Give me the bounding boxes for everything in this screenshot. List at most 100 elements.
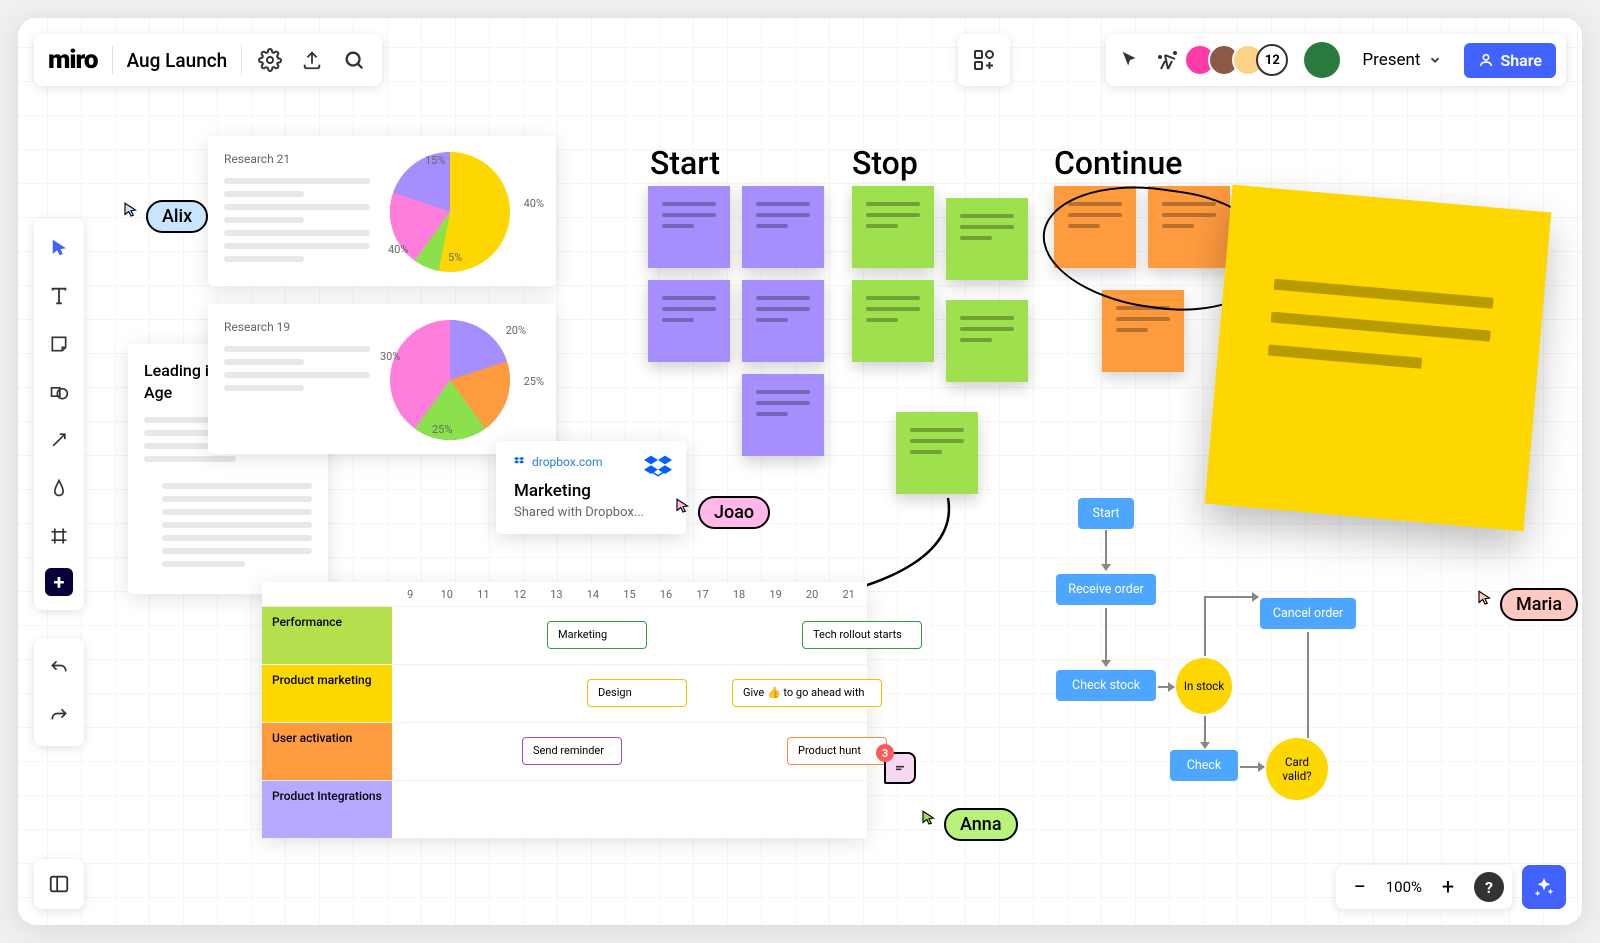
gantt-day: 20 xyxy=(794,588,831,601)
gantt-day: 9 xyxy=(392,588,429,601)
participant-avatars[interactable]: 12 xyxy=(1192,44,1288,76)
fc-in-stock[interactable]: In stock xyxy=(1176,658,1232,714)
miro-canvas[interactable]: miro Aug Launch 12 Pres xyxy=(18,18,1582,925)
board-title[interactable]: Aug Launch xyxy=(127,49,228,72)
pct: 25% xyxy=(524,375,544,388)
ai-button[interactable] xyxy=(1522,865,1566,909)
cursor-follow-icon[interactable] xyxy=(1116,46,1144,74)
retro-heading-stop: Stop xyxy=(852,144,918,182)
avatar-overflow[interactable]: 12 xyxy=(1256,44,1288,76)
fc-cancel[interactable]: Cancel order xyxy=(1260,598,1356,629)
cursor-maria: Maria xyxy=(1476,574,1578,621)
select-tool[interactable] xyxy=(34,224,84,272)
zoom-out-button[interactable]: − xyxy=(1344,871,1376,903)
search-icon[interactable] xyxy=(340,46,368,74)
sticky-note[interactable] xyxy=(742,280,824,362)
gantt-day: 18 xyxy=(721,588,758,601)
comment-bubble[interactable]: 3 xyxy=(884,752,916,784)
shape-tool[interactable] xyxy=(34,368,84,416)
me-avatar[interactable] xyxy=(1304,42,1340,78)
gantt-row[interactable]: Product Integrations xyxy=(262,780,867,838)
gantt-bar[interactable]: Send reminder xyxy=(522,737,622,765)
fc-check[interactable]: Check xyxy=(1170,750,1238,781)
pct: 25% xyxy=(432,423,452,436)
share-button[interactable]: Share xyxy=(1464,43,1556,78)
sticky-note[interactable] xyxy=(852,280,934,362)
sticky-note[interactable] xyxy=(742,186,824,268)
fc-card-valid[interactable]: Card valid? xyxy=(1266,738,1328,800)
pen-tool[interactable] xyxy=(34,464,84,512)
gantt-row[interactable]: Product marketingDesignGive 👍 to go ahea… xyxy=(262,664,867,722)
sticky-note[interactable] xyxy=(896,412,978,494)
sticky-note[interactable] xyxy=(852,186,934,268)
apps-button[interactable] xyxy=(958,34,1010,86)
help-button[interactable]: ? xyxy=(1474,872,1504,902)
chart-title: Research 19 xyxy=(224,320,370,334)
sticky-note[interactable] xyxy=(1054,186,1136,268)
fc-start[interactable]: Start xyxy=(1078,498,1134,529)
toolbar: + xyxy=(34,218,84,610)
present-button[interactable]: Present xyxy=(1350,50,1454,70)
pct: 15% xyxy=(425,154,445,167)
arrow-tool[interactable] xyxy=(34,416,84,464)
sticky-note[interactable] xyxy=(946,300,1028,382)
gantt-day: 21 xyxy=(830,588,867,601)
pie-chart xyxy=(390,320,510,440)
gantt-day: 10 xyxy=(429,588,466,601)
cursor-alix: Alix xyxy=(122,186,208,233)
pct: 40% xyxy=(388,243,408,256)
pct: 20% xyxy=(506,324,526,337)
frame-tool[interactable] xyxy=(34,512,84,560)
gantt-row[interactable]: User activationSend reminderProduct hunt xyxy=(262,722,867,780)
sticky-note[interactable] xyxy=(946,198,1028,280)
fc-receive[interactable]: Receive order xyxy=(1056,574,1156,605)
cursor-joao: Joao xyxy=(674,482,770,529)
share-label: Share xyxy=(1500,51,1542,70)
gantt-day: 13 xyxy=(538,588,575,601)
sticky-tool[interactable] xyxy=(34,320,84,368)
gantt-bar[interactable]: Give 👍 to go ahead with xyxy=(732,679,882,707)
text-tool[interactable] xyxy=(34,272,84,320)
gantt-bar[interactable]: Product hunt xyxy=(787,737,887,765)
redo-button[interactable] xyxy=(34,692,84,740)
dropbox-icon xyxy=(644,453,672,485)
gantt-row-label: Product marketing xyxy=(262,665,392,722)
sticky-note[interactable] xyxy=(1148,186,1230,268)
gantt-row[interactable]: PerformanceMarketingTech rollout starts xyxy=(262,606,867,664)
header-left: miro Aug Launch xyxy=(34,34,382,86)
gantt-row-label: Product Integrations xyxy=(262,781,392,838)
gantt-day: 16 xyxy=(648,588,685,601)
export-icon[interactable] xyxy=(298,46,326,74)
fc-check-stock[interactable]: Check stock xyxy=(1056,670,1156,701)
reactions-icon[interactable] xyxy=(1154,46,1182,74)
panel-toggle[interactable] xyxy=(34,859,84,909)
sticky-note[interactable] xyxy=(742,374,824,456)
gantt-bar[interactable]: Design xyxy=(587,679,687,707)
zoom-in-button[interactable]: + xyxy=(1432,871,1464,903)
settings-icon[interactable] xyxy=(256,46,284,74)
sticky-note[interactable] xyxy=(1102,290,1184,372)
gantt-header: 9101112131415161718192021 xyxy=(262,582,867,606)
undo-button[interactable] xyxy=(34,644,84,692)
gantt-bar[interactable]: Tech rollout starts xyxy=(802,621,922,649)
gantt-bar[interactable]: Marketing xyxy=(547,621,647,649)
zoom-value[interactable]: 100% xyxy=(1380,878,1428,896)
sticky-note[interactable] xyxy=(648,280,730,362)
sticky-note[interactable] xyxy=(648,186,730,268)
chart-card-research19[interactable]: Research 19 20% 25% 25% 30% xyxy=(208,304,556,454)
gantt-day: 19 xyxy=(757,588,794,601)
sticky-note-large[interactable] xyxy=(1205,185,1552,532)
divider xyxy=(241,45,242,75)
zoom-box: − 100% + ? xyxy=(1336,865,1512,909)
pct: 40% xyxy=(524,197,544,210)
gantt-chart[interactable]: 9101112131415161718192021 PerformanceMar… xyxy=(262,582,867,838)
gantt-day: 11 xyxy=(465,588,502,601)
gantt-day: 17 xyxy=(684,588,721,601)
add-tool[interactable]: + xyxy=(45,568,73,596)
dropbox-card[interactable]: dropbox.com Marketing Shared with Dropbo… xyxy=(496,441,686,534)
gantt-row-label: Performance xyxy=(262,607,392,664)
chart-card-research21[interactable]: Research 21 15% 40% 5% 40% xyxy=(208,136,556,286)
retro-heading-start: Start xyxy=(650,144,720,182)
header-right: 12 Present Share xyxy=(1106,34,1566,86)
miro-logo[interactable]: miro xyxy=(48,45,98,75)
